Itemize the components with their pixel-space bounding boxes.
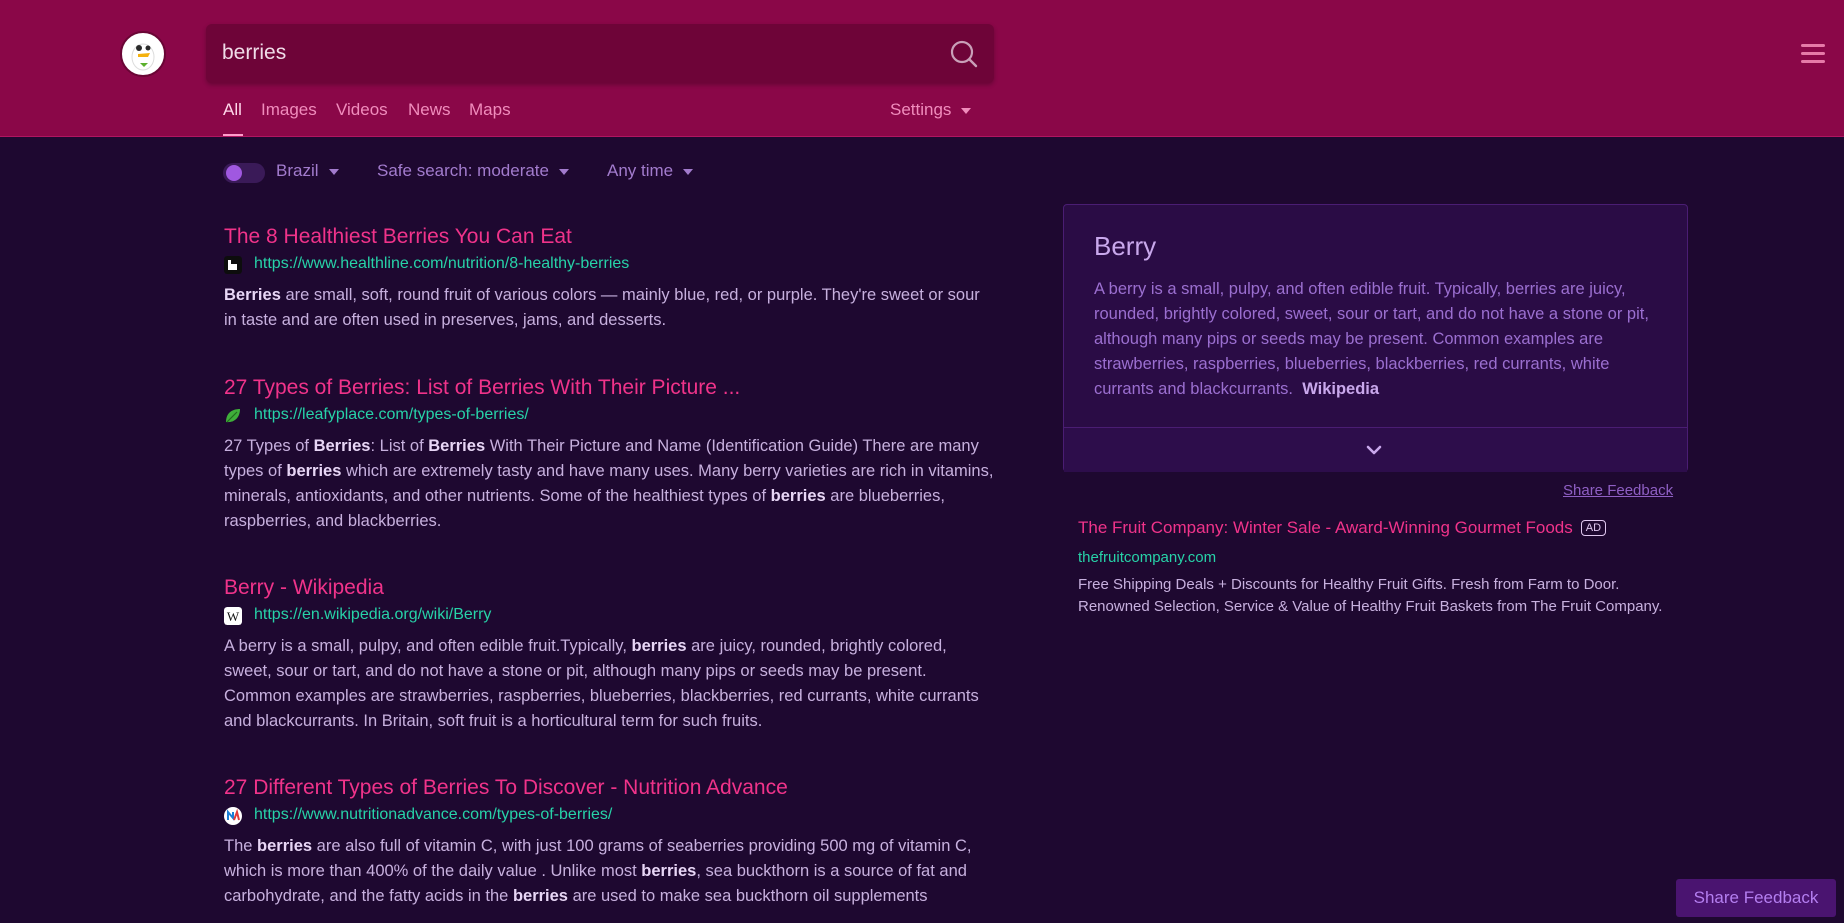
knowledge-panel-title: Berry bbox=[1094, 231, 1157, 261]
result-url[interactable]: https://www.healthline.com/nutrition/8-h… bbox=[254, 255, 629, 273]
search-icon bbox=[950, 40, 978, 68]
region-label: Brazil bbox=[276, 161, 319, 180]
share-feedback-link[interactable]: Share Feedback bbox=[1563, 482, 1673, 499]
result-snippet: 27 Types of Berries: List of Berries Wit… bbox=[224, 437, 994, 530]
hamburger-menu-icon[interactable] bbox=[1801, 44, 1825, 64]
search-box bbox=[206, 24, 994, 83]
result-title[interactable]: 27 Different Types of Berries To Discove… bbox=[224, 776, 994, 800]
caret-down-icon bbox=[558, 168, 569, 175]
result-snippet: A berry is a small, pulpy, and often edi… bbox=[224, 637, 979, 730]
active-tab-underline bbox=[223, 134, 243, 136]
ad-badge[interactable]: AD bbox=[1580, 520, 1607, 536]
safe-search-filter[interactable]: Safe search: moderate bbox=[377, 161, 569, 181]
result-item: The 8 Healthiest Berries You Can Eat htt… bbox=[224, 225, 994, 333]
result-item: 27 Types of Berries: List of Berries Wit… bbox=[224, 376, 994, 534]
result-title[interactable]: 27 Types of Berries: List of Berries Wit… bbox=[224, 376, 994, 400]
duckduckgo-logo[interactable] bbox=[120, 31, 166, 77]
tab-all[interactable]: All bbox=[223, 100, 242, 120]
ad-url[interactable]: thefruitcompany.com bbox=[1078, 549, 1688, 566]
result-snippet: Berries are small, soft, round fruit of … bbox=[224, 286, 980, 329]
svg-text:W: W bbox=[227, 609, 240, 624]
expand-panel-button[interactable] bbox=[1064, 427, 1687, 472]
tab-images[interactable]: Images bbox=[261, 100, 317, 120]
tab-news[interactable]: News bbox=[408, 100, 451, 120]
leaf-favicon-icon bbox=[226, 409, 240, 423]
tab-videos[interactable]: Videos bbox=[336, 100, 388, 120]
result-item: 27 Different Types of Berries To Discove… bbox=[224, 776, 994, 909]
wikipedia-favicon-icon: W bbox=[224, 607, 242, 625]
result-title[interactable]: Berry - Wikipedia bbox=[224, 576, 994, 600]
caret-down-icon bbox=[961, 107, 972, 114]
tab-maps[interactable]: Maps bbox=[469, 100, 511, 120]
time-label: Any time bbox=[607, 161, 674, 180]
region-toggle[interactable] bbox=[223, 163, 265, 183]
settings-dropdown[interactable]: Settings bbox=[890, 100, 972, 120]
result-url[interactable]: https://www.nutritionadvance.com/types-o… bbox=[254, 806, 612, 824]
knowledge-panel-text: A berry is a small, pulpy, and often edi… bbox=[1094, 280, 1649, 398]
duck-icon bbox=[125, 36, 161, 72]
header: All Images Videos News Maps Settings bbox=[0, 0, 1844, 137]
result-snippet: The berries are also full of vitamin C, … bbox=[224, 837, 972, 905]
search-input[interactable] bbox=[222, 36, 922, 70]
result-item: Berry - Wikipedia W https://en.wikipedia… bbox=[224, 576, 994, 734]
ad-result: The Fruit Company: Winter Sale - Award-W… bbox=[1078, 518, 1688, 618]
search-button[interactable] bbox=[948, 38, 980, 70]
result-title[interactable]: The 8 Healthiest Berries You Can Eat bbox=[224, 225, 994, 249]
wikipedia-source-link[interactable]: Wikipedia bbox=[1302, 380, 1379, 398]
safe-search-label: Safe search: moderate bbox=[377, 161, 549, 180]
chevron-down-icon bbox=[1366, 445, 1382, 455]
settings-label: Settings bbox=[890, 100, 952, 119]
healthline-favicon-icon bbox=[224, 256, 242, 274]
nutrition-advance-favicon-icon bbox=[224, 807, 242, 825]
share-feedback-button[interactable]: Share Feedback bbox=[1676, 879, 1836, 917]
result-url[interactable]: https://leafyplace.com/types-of-berries/ bbox=[254, 406, 529, 424]
region-filter[interactable]: Brazil bbox=[276, 161, 339, 181]
time-filter[interactable]: Any time bbox=[607, 161, 694, 181]
knowledge-panel: Berry A berry is a small, pulpy, and oft… bbox=[1063, 204, 1688, 472]
caret-down-icon bbox=[328, 168, 339, 175]
ad-description: Free Shipping Deals + Discounts for Heal… bbox=[1078, 576, 1663, 615]
ad-title[interactable]: The Fruit Company: Winter Sale - Award-W… bbox=[1078, 518, 1573, 538]
caret-down-icon bbox=[683, 168, 694, 175]
result-url[interactable]: https://en.wikipedia.org/wiki/Berry bbox=[254, 606, 491, 624]
